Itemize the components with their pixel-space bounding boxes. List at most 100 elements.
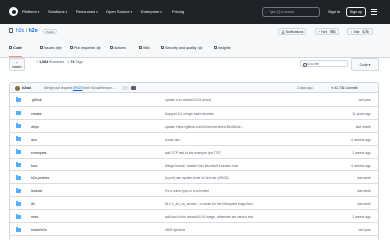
latest-commit-row: h2oai Merge pull request #9023 from h2oa… — [10, 83, 378, 93]
go-to-file-input[interactable]: Go to file — [300, 60, 348, 67]
nav-item-pricing[interactable]: Pricing — [172, 9, 184, 14]
commit-status-icon[interactable] — [131, 85, 136, 90]
commit-message[interactable]: Merge pull request #9023 from h2oai/rele… — [44, 86, 115, 90]
tab-label: Actions — [114, 46, 126, 50]
github-logo-icon[interactable] — [9, 7, 18, 16]
branch-meta: ⑂ 1,583 Branches ⌂ 74 Tags — [36, 60, 83, 64]
file-commit-message[interactable]: update ci to ubuntu24.04 (#xxx) — [165, 98, 211, 102]
file-commit-message[interactable]: x509 dynamic — [165, 228, 185, 232]
commit-message-post: from h2oai/release-... — [83, 86, 116, 90]
repo-owner-link[interactable]: h2o — [16, 28, 24, 34]
file-commit-message[interactable]: fix n.1_e0_no_sender - a cause for the i… — [165, 202, 253, 206]
chevron-down-icon: ▾ — [130, 10, 133, 14]
tab-code-icon — [9, 46, 12, 50]
folder-icon — [16, 162, 21, 167]
file-name-link[interactable]: .github — [31, 98, 42, 102]
table-row[interactable]: doc revise.doc 4 months ago — [10, 131, 378, 146]
tab-issues[interactable]: Issues 657 — [40, 46, 63, 50]
avatar[interactable] — [15, 85, 20, 91]
file-name-link[interactable]: doc — [31, 138, 37, 142]
commit-history-link[interactable]: ⟲ 42,736 Commits — [331, 86, 358, 90]
tab-label: Insights — [218, 46, 231, 50]
folder-icon — [16, 174, 21, 180]
file-name-link[interactable]: share/h2o — [31, 228, 47, 232]
tab-count: 657 — [55, 46, 63, 50]
tags-link[interactable]: ⌂ 74 Tags — [67, 60, 83, 64]
file-commit-age: last week — [357, 202, 371, 207]
table-row[interactable]: fuzz Merge branch 'master' into kazuho/h3… — [10, 157, 378, 172]
nav-item-open-source[interactable]: Open Source▾ — [106, 9, 132, 14]
tab-code[interactable]: Code — [9, 46, 22, 57]
search-input[interactable]: ⌕ Type [/] to search — [262, 7, 320, 17]
file-name-link[interactable]: deps — [31, 125, 39, 129]
file-commit-age: last week — [357, 176, 371, 181]
table-row[interactable]: deps update https://github.com/h2o/neverb… — [10, 118, 378, 133]
notifications-button[interactable]: 🔔︎ Notifications — [278, 28, 307, 35]
file-commit-message[interactable]: Fix a minor typo in a comment — [165, 189, 209, 193]
tab-security-and-quality[interactable]: Security and quality 10 — [161, 46, 203, 50]
nav-item-solutions[interactable]: Solutions▾ — [48, 9, 67, 14]
file-name-link[interactable]: cmake — [31, 112, 42, 116]
table-row[interactable]: .github update ci to ubuntu24.04 (#xxx) la… — [10, 93, 378, 107]
table-row[interactable]: lib fix n.1_e0_no_sender - a cause for th… — [10, 196, 378, 210]
tab-issues-icon — [40, 46, 43, 50]
file-commit-age: last year — [358, 228, 371, 232]
star-count: 6.7k — [361, 29, 370, 35]
commit-count: 42,736 Commits — [334, 86, 358, 90]
tab-wiki[interactable]: Wiki — [139, 46, 150, 50]
tags-count: 74 — [70, 60, 75, 64]
file-name-link[interactable]: include — [31, 189, 42, 193]
file-commit-message[interactable]: add tool to the ubuntu24.04 image, other… — [165, 215, 253, 219]
file-commit-message[interactable]: [cq ml] use system-level h3 dns var (#90… — [165, 176, 229, 180]
table-row[interactable]: h2o-probes [cq ml] use system-level h3 dn… — [10, 170, 378, 184]
file-name-link[interactable]: lib — [31, 202, 35, 206]
table-row[interactable]: examples add TCP test to the example (via… — [10, 144, 378, 159]
expand-commit-button[interactable]: ... — [122, 85, 129, 90]
nav-item-enterprise[interactable]: Enterprise▾ — [141, 9, 162, 14]
tab-actions[interactable]: Actions — [110, 46, 126, 50]
file-name-link[interactable]: h2o-probes — [31, 176, 49, 180]
global-header: Platform▾ Solutions▾ Resources▾ Open Source… — [0, 0, 390, 24]
code-button[interactable]: Code ▾ — [351, 58, 379, 71]
table-row[interactable]: cmake Support ICL mingw basic function 11 … — [10, 105, 378, 120]
table-row[interactable]: srcMerge branch 'master' into flamegraph… — [10, 234, 378, 240]
tab-label: Code — [13, 46, 22, 50]
table-row[interactable]: misc add tool to the ubuntu24.04 image, o… — [10, 209, 378, 223]
nav-item-label: Solutions — [48, 9, 65, 14]
nav-item-label: Pricing — [172, 9, 185, 14]
file-commit-message[interactable]: add TCP test to the example (via TCP) — [165, 151, 221, 155]
branches-link[interactable]: ⑂ 1,583 Branches — [36, 60, 64, 64]
tab-actions-icon — [110, 46, 113, 50]
commit-author[interactable]: h2oai — [22, 86, 31, 90]
table-row[interactable]: include Fix a minor typo in a comment last… — [10, 183, 378, 197]
star-button[interactable]: ☆ Star 6.7k — [347, 28, 373, 35]
file-commit-message[interactable]: update https://github.com/h2o/neverbleed… — [165, 125, 244, 129]
menu-icon[interactable] — [371, 9, 377, 15]
tab-insights[interactable]: Insights — [214, 46, 230, 50]
file-name-link[interactable]: misc — [31, 215, 38, 219]
signin-link[interactable]: Sign in — [328, 9, 340, 14]
file-name-link[interactable]: fuzz — [31, 164, 38, 168]
table-row[interactable]: share/h2o x509 dynamic last year — [10, 222, 378, 236]
file-name-link[interactable]: examples — [31, 151, 46, 155]
tab-label: Issues — [44, 46, 55, 50]
repo-icon — [9, 28, 13, 33]
commit-pr-link[interactable]: #9023 — [73, 86, 82, 90]
file-commit-message[interactable]: Merge branch 'master' into kazuho/h3-str… — [165, 164, 238, 168]
commit-message-pre: Merge pull request — [44, 86, 73, 90]
tab-label: Wiki — [143, 46, 150, 50]
file-commit-message[interactable]: revise.doc — [165, 138, 180, 142]
file-commit-message[interactable]: Support ICL mingw basic function — [165, 112, 214, 116]
commit-time: 2 days ago — [297, 86, 313, 90]
branch-selector[interactable]: ⑂ master — [9, 58, 25, 71]
nav-item-label: Resources — [76, 9, 96, 14]
tab-pull-requests[interactable]: Pull requests 38 — [70, 46, 102, 50]
repo-name-link[interactable]: h2o — [29, 28, 38, 34]
visibility-badge: Public — [43, 28, 58, 34]
fork-button[interactable]: ⑂ Fork 963 — [315, 28, 340, 35]
nav-item-resources[interactable]: Resources▾ — [76, 9, 98, 14]
nav-item-platform[interactable]: Platform▾ — [22, 9, 39, 14]
file-commit-age: 4 months ago — [351, 137, 371, 142]
signup-button[interactable]: Sign up — [346, 7, 366, 17]
folder-icon — [16, 149, 21, 155]
